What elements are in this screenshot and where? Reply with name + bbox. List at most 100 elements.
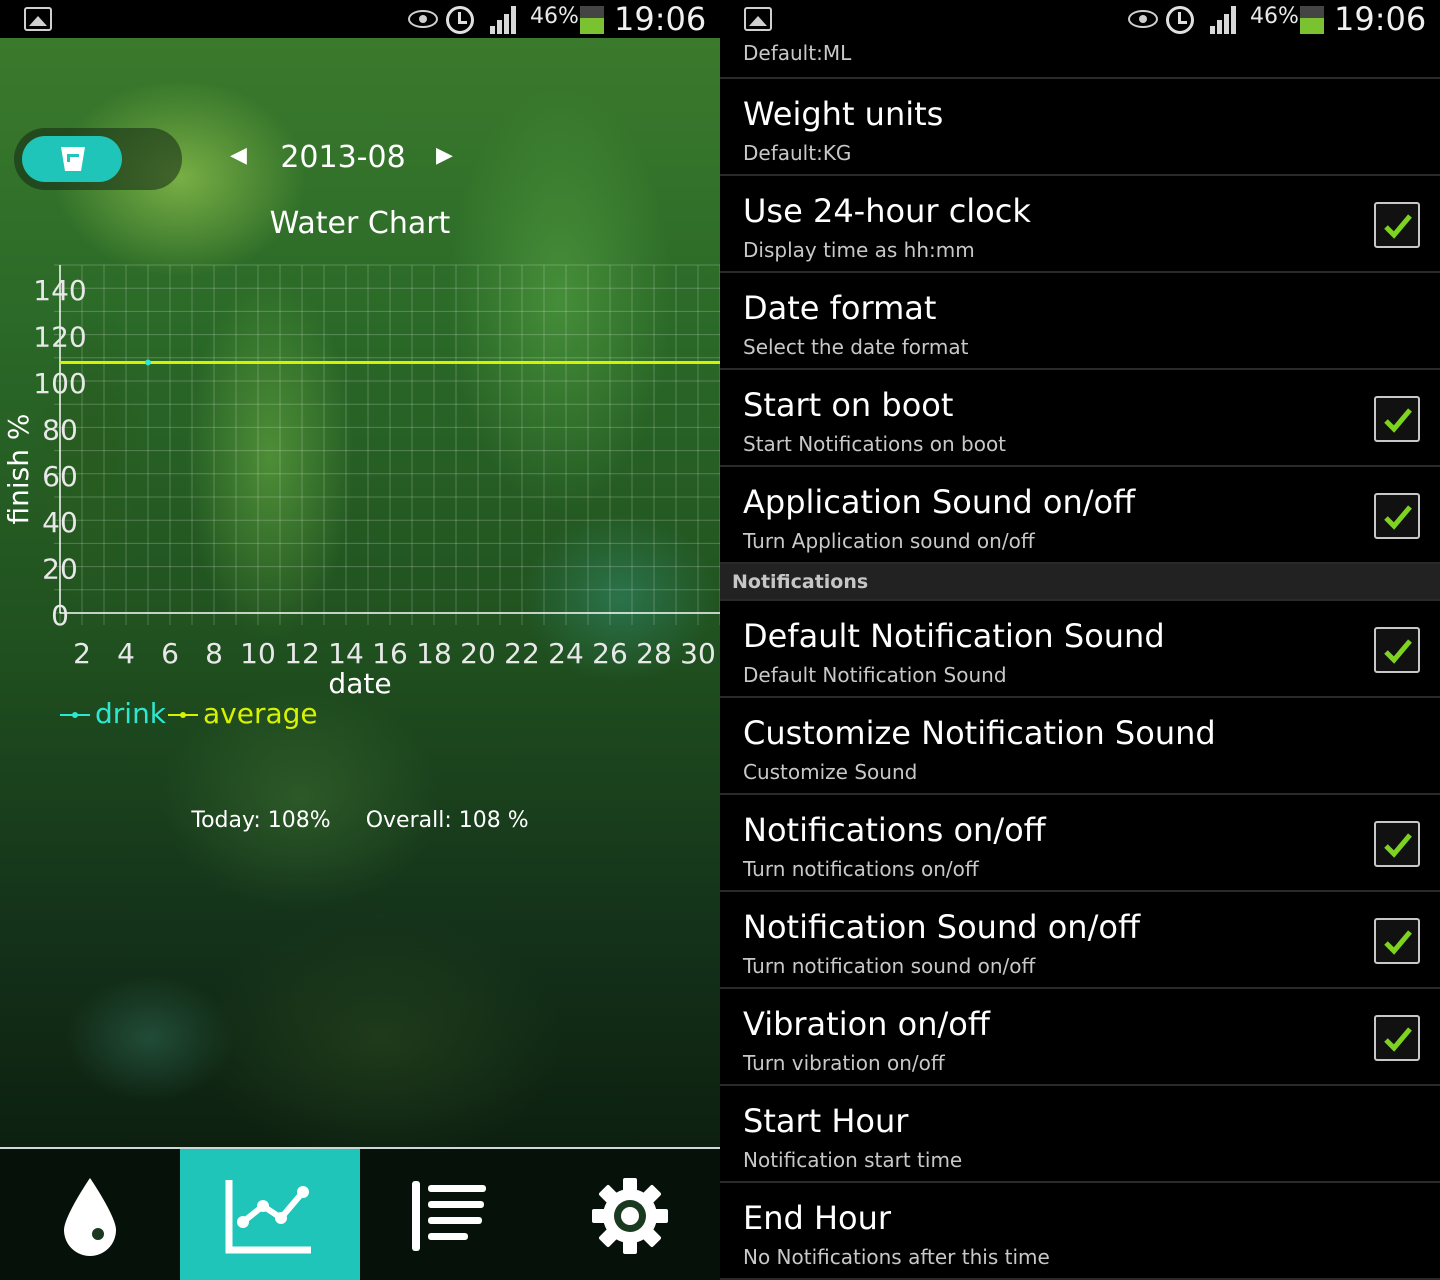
settings-row-summary: Turn Application sound on/off bbox=[743, 529, 1035, 553]
list-icon bbox=[412, 1180, 486, 1251]
settings-row[interactable]: Customize Notification Sound Customize So… bbox=[720, 698, 1440, 795]
nav-chart-button[interactable] bbox=[180, 1149, 360, 1280]
settings-row-title: Customize Notification Sound bbox=[743, 714, 1216, 752]
settings-row-summary: Turn vibration on/off bbox=[743, 1051, 945, 1075]
water-chart-screen: 46% 19:06 ◀ 2013-08 ▶ Water Chart 0 20 40 6… bbox=[0, 0, 720, 1280]
status-bar: 46% 19:06 bbox=[720, 0, 1440, 38]
settings-row[interactable]: Default:ML bbox=[720, 38, 1440, 79]
y-tick-label: 0 bbox=[51, 599, 69, 632]
settings-row[interactable]: Date format Select the date format bbox=[720, 273, 1440, 370]
legend-average-label: average bbox=[203, 697, 318, 730]
checkmark-icon bbox=[1384, 408, 1412, 433]
settings-row-title: Start Hour bbox=[743, 1102, 909, 1140]
settings-checkbox[interactable] bbox=[1374, 396, 1420, 442]
today-stat: Today: 108% bbox=[191, 808, 331, 833]
x-axis-label: date bbox=[328, 667, 391, 700]
settings-row-title: Application Sound on/off bbox=[743, 483, 1136, 521]
stats-summary: Today: 108% Overall: 108 % bbox=[0, 808, 720, 833]
y-tick-label: 20 bbox=[42, 553, 78, 586]
previous-month-arrow-icon[interactable]: ◀ bbox=[230, 143, 247, 168]
x-tick-label: 20 bbox=[460, 637, 496, 670]
settings-row-summary: Select the date format bbox=[743, 335, 969, 359]
legend-average-marker bbox=[180, 712, 186, 718]
clock-time: 19:06 bbox=[614, 0, 707, 38]
settings-checkbox[interactable] bbox=[1374, 918, 1420, 964]
battery-icon bbox=[580, 6, 604, 34]
chart-icon bbox=[225, 1179, 311, 1253]
settings-row-summary: Turn notification sound on/off bbox=[743, 954, 1036, 978]
x-tick-label: 8 bbox=[205, 637, 223, 670]
y-tick-label: 40 bbox=[42, 506, 78, 539]
gallery-notification-icon bbox=[24, 7, 52, 31]
x-tick-label: 22 bbox=[504, 637, 540, 670]
settings-checkbox[interactable] bbox=[1374, 627, 1420, 673]
alarm-clock-icon bbox=[446, 6, 474, 34]
x-tick-label: 2 bbox=[73, 637, 91, 670]
nav-water-button[interactable] bbox=[0, 1149, 180, 1280]
battery-percent: 46% bbox=[530, 4, 579, 29]
settings-row[interactable]: Start on boot Start Notifications on boot bbox=[720, 370, 1440, 467]
gallery-notification-icon bbox=[744, 7, 772, 31]
settings-row-title: End Hour bbox=[743, 1199, 892, 1237]
nav-settings-button[interactable] bbox=[540, 1149, 720, 1280]
settings-row-summary: Default:ML bbox=[743, 41, 852, 65]
settings-row[interactable]: Application Sound on/off Turn Application… bbox=[720, 467, 1440, 564]
signal-strength-icon bbox=[1210, 6, 1240, 34]
settings-row[interactable]: Start Hour Notification start time bbox=[720, 1086, 1440, 1183]
checkmark-icon bbox=[1384, 833, 1412, 858]
checkmark-icon bbox=[1384, 639, 1412, 664]
settings-screen: 46% 19:06 Default:ML Weight units Default:… bbox=[720, 0, 1440, 1280]
water-drop-icon bbox=[64, 1177, 116, 1256]
settings-row-title: Notification Sound on/off bbox=[743, 908, 1140, 946]
x-tick-label: 12 bbox=[284, 637, 320, 670]
settings-gear-icon bbox=[592, 1177, 668, 1254]
settings-checkbox[interactable] bbox=[1374, 493, 1420, 539]
settings-checkbox[interactable] bbox=[1374, 202, 1420, 248]
settings-row[interactable]: Weight units Default:KG bbox=[720, 79, 1440, 176]
smart-stay-eye-icon bbox=[1128, 10, 1158, 28]
x-tick-label: 30 bbox=[680, 637, 716, 670]
settings-row-title: Start on boot bbox=[743, 386, 954, 424]
settings-checkbox[interactable] bbox=[1374, 1015, 1420, 1061]
settings-checkbox[interactable] bbox=[1374, 821, 1420, 867]
settings-row-summary: Customize Sound bbox=[743, 760, 918, 784]
toggle-knob[interactable] bbox=[22, 136, 122, 182]
nav-list-button[interactable] bbox=[360, 1149, 540, 1280]
settings-row-summary: Notification start time bbox=[743, 1148, 963, 1172]
x-tick-label: 26 bbox=[592, 637, 628, 670]
x-tick-label: 14 bbox=[328, 637, 364, 670]
settings-row[interactable]: Use 24-hour clock Display time as hh:mm bbox=[720, 176, 1440, 273]
section-header-label: Notifications bbox=[732, 571, 869, 593]
settings-row-title: Use 24-hour clock bbox=[743, 192, 1031, 230]
settings-row[interactable]: Notifications on/off Turn notifications o… bbox=[720, 795, 1440, 892]
settings-list: Default:ML Weight units Default:KG Use 24-h… bbox=[720, 38, 1440, 1280]
x-tick-label: 6 bbox=[161, 637, 179, 670]
bottom-navigation bbox=[0, 1147, 720, 1280]
checkmark-icon bbox=[1384, 505, 1412, 530]
y-tick-label: 140 bbox=[33, 274, 86, 307]
settings-row[interactable]: Default Notification Sound Default Notifi… bbox=[720, 601, 1440, 698]
chart-title: Water Chart bbox=[269, 206, 451, 241]
cup-icon bbox=[61, 147, 85, 171]
signal-strength-icon bbox=[490, 6, 520, 34]
settings-row[interactable]: Notification Sound on/off Turn notificati… bbox=[720, 892, 1440, 989]
settings-row[interactable]: Vibration on/off Turn vibration on/off bbox=[720, 989, 1440, 1086]
unit-toggle[interactable] bbox=[14, 128, 182, 190]
next-month-arrow-icon[interactable]: ▶ bbox=[436, 143, 453, 168]
smart-stay-eye-icon bbox=[408, 10, 438, 28]
y-tick-label: 60 bbox=[42, 460, 78, 493]
settings-row-title: Date format bbox=[743, 289, 937, 327]
notifications-section-header: Notifications bbox=[720, 564, 1440, 601]
y-tick-label: 100 bbox=[33, 367, 86, 400]
water-chart: 0204060801001201402 4 6 8 10 12 14 16 18 20 22 24 26… bbox=[2, 264, 720, 730]
x-tick-label: 16 bbox=[372, 637, 408, 670]
settings-row[interactable]: End Hour No Notifications after this time bbox=[720, 1183, 1440, 1280]
settings-row-summary: Default Notification Sound bbox=[743, 663, 1007, 687]
y-tick-label: 80 bbox=[42, 413, 78, 446]
settings-row-title: Notifications on/off bbox=[743, 811, 1046, 849]
settings-row-summary: No Notifications after this time bbox=[743, 1245, 1050, 1269]
settings-row-summary: Turn notifications on/off bbox=[743, 857, 979, 881]
drink-data-point bbox=[145, 359, 151, 366]
x-tick-label: 24 bbox=[548, 637, 584, 670]
settings-row-title: Default Notification Sound bbox=[743, 617, 1165, 655]
